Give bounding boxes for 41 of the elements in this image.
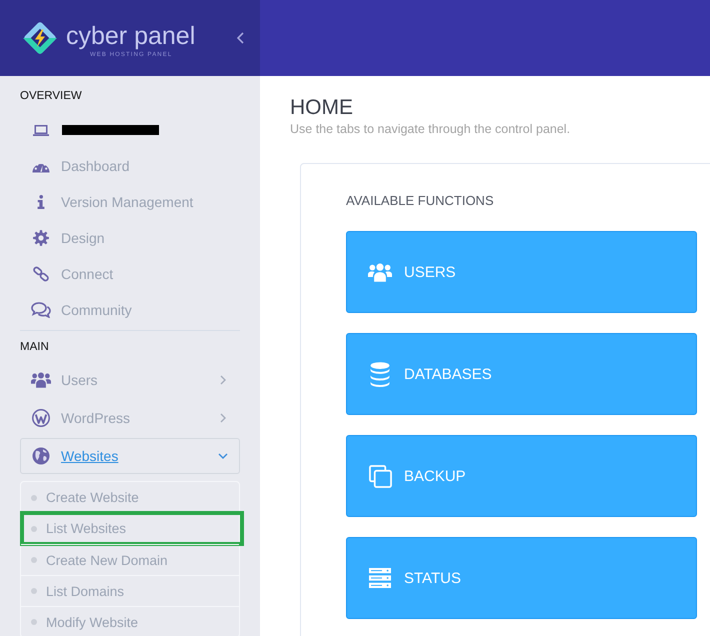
- sidebar-menu-item[interactable]: Users: [20, 361, 240, 399]
- section-heading: OVERVIEW: [20, 89, 83, 104]
- sidebar-link[interactable]: Community: [20, 292, 240, 328]
- sidebar-menu-item[interactable]: Websites: [20, 438, 240, 474]
- link-icon: [32, 265, 50, 283]
- sidebar-link[interactable]: Design: [20, 220, 240, 256]
- info-icon: [36, 195, 44, 209]
- users-icon: [368, 262, 392, 282]
- users-icon: [30, 372, 50, 388]
- chevron-left-icon[interactable]: [237, 32, 244, 44]
- sidebar-link[interactable]: Version Management: [20, 184, 240, 220]
- wordpress-logo-icon: [32, 409, 50, 427]
- submenu-item[interactable]: Create New Domain: [21, 544, 239, 575]
- bullet-icon: [31, 619, 37, 625]
- gear-icon: [32, 230, 48, 246]
- sidebar-link[interactable]: Dashboard: [20, 148, 240, 184]
- logo-text: cyber panel: [66, 22, 196, 50]
- submenu-item[interactable]: Modify Website: [21, 606, 239, 636]
- globe-icon: [32, 447, 50, 465]
- submenu-item[interactable]: List Websites: [20, 511, 244, 546]
- bullet-icon: [31, 588, 37, 594]
- bullet-icon: [31, 557, 37, 563]
- database-icon: [370, 362, 390, 386]
- sidebar-link[interactable]: Connect: [20, 256, 240, 292]
- sidebar-menu-item[interactable]: WordPress: [20, 399, 240, 437]
- bullet-icon: [31, 494, 37, 500]
- laptop-icon: [32, 124, 48, 136]
- page-subtitle: Use the tabs to navigate through the control panel.: [290, 121, 572, 137]
- page-title: HOME: [290, 96, 354, 120]
- submenu-item[interactable]: Create Website: [21, 482, 239, 513]
- server-icon: [369, 568, 391, 588]
- function-button[interactable]: STATUS: [346, 537, 697, 619]
- function-button[interactable]: DATABASES: [346, 333, 697, 415]
- copy-icon: [368, 464, 392, 488]
- section-heading: MAIN: [20, 340, 50, 355]
- function-button[interactable]: USERS: [346, 231, 697, 313]
- comments-icon: [30, 302, 50, 318]
- function-button[interactable]: BACKUP: [346, 435, 697, 517]
- bullet-icon: [31, 526, 37, 532]
- panel-heading: AVAILABLE FUNCTIONS: [346, 192, 495, 210]
- submenu-item[interactable]: List Domains: [21, 575, 239, 606]
